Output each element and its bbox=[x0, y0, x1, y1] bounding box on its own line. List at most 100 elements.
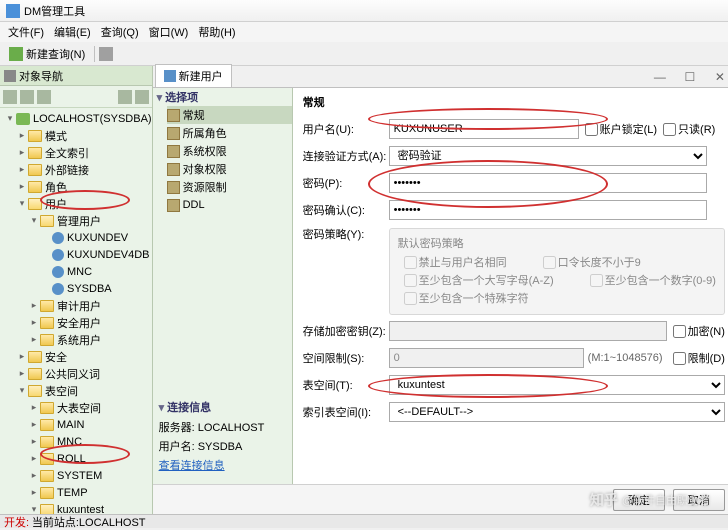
statusbar: 开发: 当前站点:LOCALHOST bbox=[0, 514, 728, 528]
tree-user[interactable]: MNC bbox=[0, 263, 152, 280]
tree-item[interactable]: ▾用户 bbox=[0, 195, 152, 212]
folder-icon bbox=[28, 368, 42, 380]
menu-file[interactable]: 文件(F) bbox=[4, 22, 48, 42]
folder-icon bbox=[40, 317, 54, 329]
nav-icon bbox=[4, 70, 16, 82]
opt-syspriv[interactable]: 系统权限 bbox=[167, 142, 292, 160]
pwdc-label: 密码确认(C): bbox=[303, 202, 389, 218]
space-input bbox=[389, 348, 584, 368]
tree-item[interactable]: ▸系统用户 bbox=[0, 331, 152, 348]
auth-label: 连接验证方式(A): bbox=[303, 148, 389, 164]
folder-icon bbox=[40, 419, 54, 431]
folder-icon bbox=[40, 504, 54, 515]
user-icon bbox=[52, 232, 64, 244]
space-label: 空间限制(S): bbox=[303, 350, 389, 366]
tool-icon[interactable] bbox=[37, 90, 51, 104]
close-button[interactable]: ✕ bbox=[705, 67, 728, 87]
auth-select[interactable]: 密码验证 bbox=[389, 146, 707, 166]
folder-icon bbox=[28, 181, 42, 193]
tree-item[interactable]: ▸TEMP bbox=[0, 484, 152, 501]
folder-icon bbox=[40, 334, 54, 346]
tool-icon[interactable] bbox=[135, 90, 149, 104]
tool-icon[interactable] bbox=[118, 90, 132, 104]
tool-icon[interactable] bbox=[3, 90, 17, 104]
tree-item[interactable]: ▸审计用户 bbox=[0, 297, 152, 314]
options-header[interactable]: ▾选择项 bbox=[153, 88, 292, 106]
page-icon bbox=[167, 199, 180, 212]
tree-user[interactable]: SYSDBA bbox=[0, 280, 152, 297]
tree-user[interactable]: KUXUNDEV4DB bbox=[0, 246, 152, 263]
folder-icon bbox=[40, 453, 54, 465]
readonly-checkbox[interactable] bbox=[663, 123, 676, 136]
conn-info: ▾连接信息 服务器: LOCALHOST 用户名: SYSDBA 查看连接信息 bbox=[153, 394, 292, 484]
folder-icon bbox=[40, 470, 54, 482]
tree-item[interactable]: ▸安全用户 bbox=[0, 314, 152, 331]
menu-help[interactable]: 帮助(H) bbox=[194, 22, 239, 42]
tree-item[interactable]: ▾kuxuntest bbox=[0, 501, 152, 514]
policy-default: 默认密码策略 bbox=[398, 235, 716, 251]
user-icon bbox=[52, 249, 64, 261]
tree-root[interactable]: ▾LOCALHOST(SYSDBA) bbox=[0, 110, 152, 127]
space-unit: (M:1~1048576) bbox=[588, 352, 663, 364]
p3-checkbox bbox=[404, 274, 417, 287]
tree-item[interactable]: ▾表空间 bbox=[0, 382, 152, 399]
opt-roles[interactable]: 所属角色 bbox=[167, 124, 292, 142]
folder-icon bbox=[40, 215, 54, 227]
tree-item[interactable]: ▸大表空间 bbox=[0, 399, 152, 416]
nav-tools bbox=[0, 86, 152, 108]
opt-ddl[interactable]: DDL bbox=[167, 196, 292, 214]
tree-item[interactable]: ▸安全 bbox=[0, 348, 152, 365]
conn-header[interactable]: ▾连接信息 bbox=[159, 398, 286, 416]
sql-icon bbox=[9, 47, 23, 61]
index-tablespace-select[interactable]: <--DEFAULT--> bbox=[389, 402, 725, 422]
menubar: 文件(F) 编辑(E) 查询(Q) 窗口(W) 帮助(H) bbox=[0, 22, 728, 42]
minimize-button[interactable]: — bbox=[645, 67, 675, 87]
enckey-label: 存储加密密钥(Z): bbox=[303, 323, 389, 339]
p4-checkbox bbox=[590, 274, 603, 287]
tree-item[interactable]: ▸角色 bbox=[0, 178, 152, 195]
encrypt-checkbox[interactable] bbox=[673, 325, 686, 338]
status-text: 当前站点:LOCALHOST bbox=[32, 514, 146, 530]
opt-objpriv[interactable]: 对象权限 bbox=[167, 160, 292, 178]
opt-general[interactable]: 常规 bbox=[167, 106, 292, 124]
object-tree[interactable]: ▾LOCALHOST(SYSDBA) ▸模式 ▸全文索引 ▸外部链接 ▸角色 ▾… bbox=[0, 108, 152, 514]
new-query-button[interactable]: 新建查询(N) bbox=[4, 43, 90, 65]
opt-reslimit[interactable]: 资源限制 bbox=[167, 178, 292, 196]
folder-icon bbox=[40, 300, 54, 312]
menu-query[interactable]: 查询(Q) bbox=[97, 22, 143, 42]
maximize-button[interactable]: ☐ bbox=[675, 67, 705, 87]
folder-icon bbox=[28, 130, 42, 142]
folder-icon bbox=[40, 487, 54, 499]
password-confirm-input[interactable] bbox=[389, 200, 707, 220]
tree-item[interactable]: ▸全文索引 bbox=[0, 144, 152, 161]
tablespace-select[interactable]: kuxuntest bbox=[389, 375, 725, 395]
tree-item[interactable]: ▸SYSTEM bbox=[0, 467, 152, 484]
window-controls: — ☐ ✕ bbox=[645, 67, 728, 87]
conn-link[interactable]: 查看连接信息 bbox=[159, 460, 225, 472]
menu-window[interactable]: 窗口(W) bbox=[145, 22, 193, 42]
username-input[interactable] bbox=[389, 119, 579, 139]
folder-icon bbox=[28, 385, 42, 397]
tree-user[interactable]: KUXUNDEV bbox=[0, 229, 152, 246]
limit-checkbox[interactable] bbox=[673, 352, 686, 365]
password-input[interactable] bbox=[389, 173, 707, 193]
tree-item[interactable]: ▸ROLL bbox=[0, 450, 152, 467]
tool-icon[interactable] bbox=[20, 90, 34, 104]
tab-new-user[interactable]: 新建用户 bbox=[155, 64, 232, 87]
page-icon bbox=[167, 163, 180, 176]
lock-checkbox[interactable] bbox=[585, 123, 598, 136]
page-icon bbox=[167, 127, 180, 140]
tree-item[interactable]: ▸公共同义词 bbox=[0, 365, 152, 382]
tree-item[interactable]: ▸MNC bbox=[0, 433, 152, 450]
tree-item[interactable]: ▸外部链接 bbox=[0, 161, 152, 178]
tree-item[interactable]: ▸模式 bbox=[0, 127, 152, 144]
tree-item[interactable]: ▸MAIN bbox=[0, 416, 152, 433]
page-icon bbox=[167, 109, 180, 122]
p2-checkbox bbox=[543, 256, 556, 269]
app-title: DM管理工具 bbox=[24, 3, 85, 19]
zhihu-logo: 知乎 bbox=[590, 490, 618, 510]
toolbar-icon[interactable] bbox=[99, 47, 113, 61]
server-value: LOCALHOST bbox=[198, 422, 265, 434]
tree-item[interactable]: ▾管理用户 bbox=[0, 212, 152, 229]
menu-edit[interactable]: 编辑(E) bbox=[50, 22, 95, 42]
